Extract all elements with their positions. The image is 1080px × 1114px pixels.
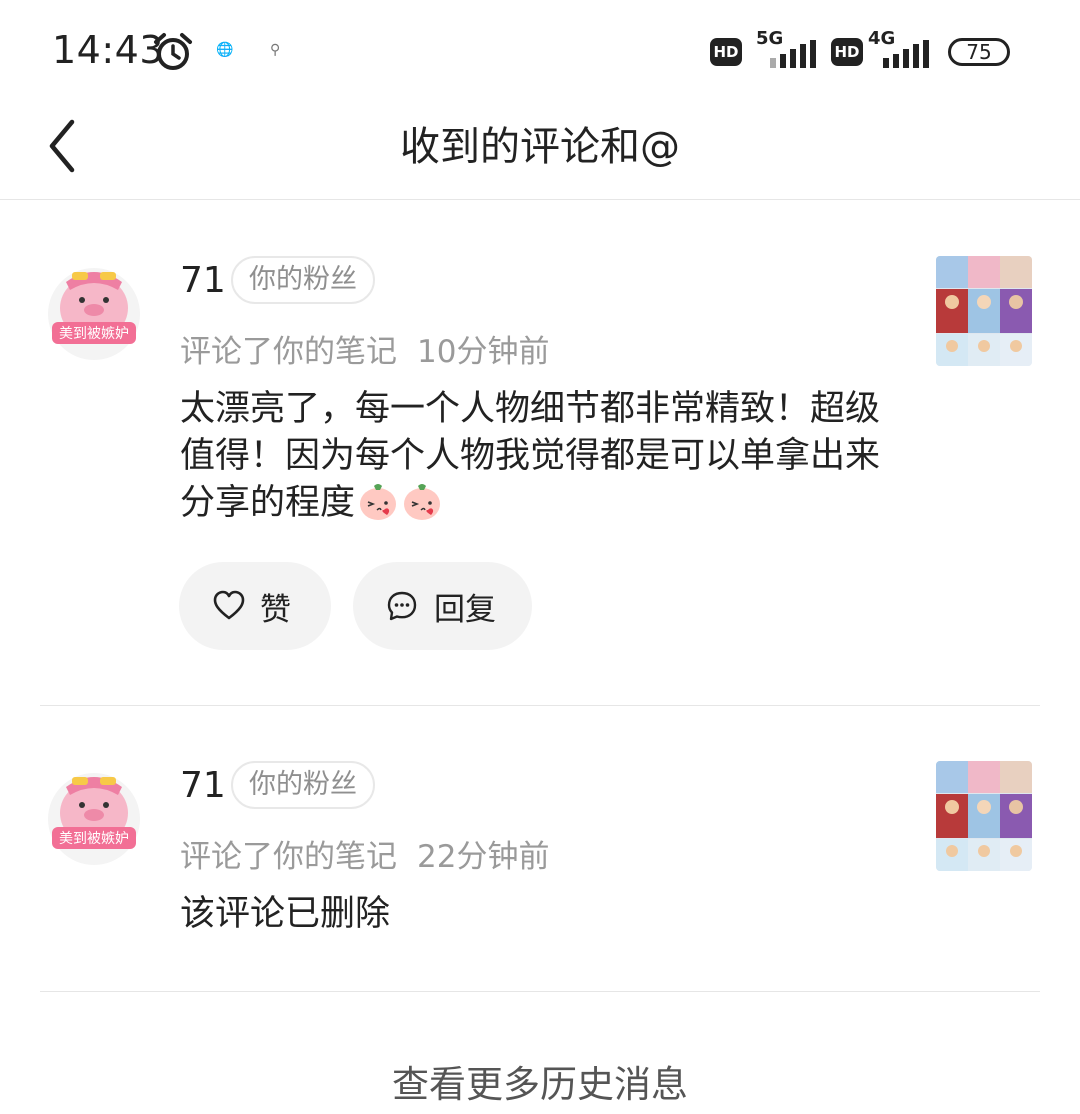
comment-text: 太漂亮了，每一个人物细节都非常精致！超级值得！因为每个人物我觉得都是可以单拿出来…: [180, 386, 900, 527]
like-label: 赞: [260, 592, 291, 628]
notification-meta: 评论了你的笔记 10分钟前: [180, 326, 549, 371]
status-bar: 14:43 🌐 ⚲ HD 5G HD 4G 75: [0, 0, 1080, 100]
heart-icon: [213, 590, 245, 620]
nav-header: 收到的评论和@: [0, 100, 1080, 200]
divider: [40, 991, 1040, 992]
fan-badge: 你的粉丝: [231, 256, 375, 304]
hd-voice-badge: HD: [710, 38, 742, 66]
location-pin-icon: ⚲: [270, 42, 281, 58]
like-button[interactable]: 赞: [179, 562, 331, 650]
username[interactable]: 71: [180, 765, 226, 806]
avatar-caption: 美到被嫉妒: [59, 831, 129, 847]
signal-strength-icon: [770, 40, 816, 68]
status-time: 14:43: [52, 28, 165, 72]
peach-kiss-emoji-icon-2: [404, 484, 441, 520]
notification-meta: 评论了你的笔记 22分钟前: [180, 831, 549, 876]
fan-badge: 你的粉丝: [231, 761, 375, 809]
chat-bubble-icon: [387, 591, 417, 621]
avatar[interactable]: 美到被嫉妒: [48, 256, 140, 366]
page-title: 收到的评论和@: [400, 124, 680, 170]
comment-body: 太漂亮了，每一个人物细节都非常精致！超级值得！因为每个人物我觉得都是可以单拿出来…: [180, 389, 881, 523]
view-more-history-link[interactable]: 查看更多历史消息: [0, 1054, 1080, 1108]
signal-strength-icon-2: [883, 40, 929, 68]
deleted-comment-text: 该评论已删除: [180, 894, 391, 934]
notification-item[interactable]: 美到被嫉妒 71 你的粉丝 评论了你的笔记 10分钟前 太漂亮了，每一个人物细节都…: [0, 200, 1080, 705]
action-text: 评论了你的笔记: [180, 839, 397, 875]
timestamp: 10分钟前: [417, 334, 550, 370]
action-text: 评论了你的笔记: [180, 334, 397, 370]
alarm-clock-icon: [154, 33, 192, 70]
reply-button[interactable]: 回复: [353, 562, 532, 650]
reply-label: 回复: [434, 592, 496, 628]
timestamp: 22分钟前: [417, 839, 550, 875]
notification-app-icon: 🌐: [216, 42, 234, 58]
avatar-caption: 美到被嫉妒: [59, 326, 129, 342]
hd-voice-badge-2: HD: [831, 38, 863, 66]
note-thumbnail[interactable]: [936, 256, 1032, 366]
battery-indicator: 75: [948, 38, 1010, 66]
username[interactable]: 71: [180, 260, 226, 301]
notification-item[interactable]: 美到被嫉妒 71 你的粉丝 评论了你的笔记 22分钟前 该评论已删除: [0, 705, 1080, 991]
peach-kiss-emoji-icon: [360, 484, 397, 520]
note-thumbnail[interactable]: [936, 761, 1032, 871]
avatar[interactable]: 美到被嫉妒: [48, 761, 140, 871]
